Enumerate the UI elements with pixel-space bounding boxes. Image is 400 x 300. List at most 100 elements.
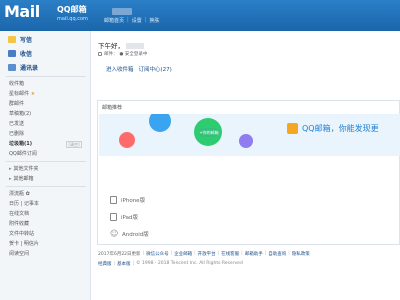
client-android[interactable]: ☺ Android版 — [110, 228, 149, 239]
quick-links: 进入收件箱 订阅中心(27) — [106, 65, 172, 73]
separator: | — [288, 251, 290, 256]
app-calendar-notes[interactable]: 日历 | 记事本 — [9, 200, 39, 208]
empty-spam-button[interactable]: [清空] — [66, 141, 82, 148]
copyright-text: © 1998 - 2018 Tencent Inc. All Rights Re… — [136, 261, 243, 266]
folder-inbox[interactable]: 收件箱 — [9, 80, 24, 88]
skin-link[interactable]: 换肤 — [149, 17, 159, 24]
brand-domain: mail.qq.com — [57, 16, 88, 22]
banner-tag: +你的邮箱 — [199, 128, 219, 137]
greeting-text: 下午好， — [98, 42, 124, 50]
footer-support-link[interactable]: 在线客服 — [221, 251, 239, 257]
decor-bubble — [149, 114, 171, 132]
footer-wechat-link[interactable]: 微信公众号 — [146, 251, 169, 257]
group-other-folders[interactable]: ▸ 其他文件夹 — [9, 165, 39, 173]
footer-exmail-link[interactable]: 企业邮箱 — [174, 251, 192, 257]
folder-group[interactable]: 群邮件 — [9, 100, 24, 108]
user-name-blurred — [112, 8, 132, 15]
lock-icon — [98, 52, 102, 56]
compose-button[interactable]: 写信 — [8, 34, 32, 44]
expand-triangle-icon: ▸ — [9, 166, 12, 172]
footer-copyright: 经典版 | 基本版 | © 1998 - 2018 Tencent Inc. A… — [98, 261, 243, 267]
app-file-transfer[interactable]: 文件中转站 — [9, 230, 34, 238]
android-icon: ☺ — [110, 228, 119, 238]
footer-links: 2017年6月22日更新 | 微信公众号 | 企业邮箱 | 开放平台 | 在线客… — [98, 251, 310, 257]
top-links: 邮箱首页 | 设置 | 换肤 — [104, 17, 159, 24]
folder-drafts[interactable]: 草稿箱(2) — [9, 110, 31, 118]
footer-assistant-link[interactable]: 邮箱助手 — [245, 251, 263, 257]
pencil-icon — [8, 35, 16, 43]
folder-spam[interactable]: 垃圾箱(1) — [9, 140, 32, 148]
separator: | — [264, 251, 267, 256]
divider — [6, 161, 86, 162]
separator: | — [217, 251, 220, 256]
client-android-label: Android版 — [122, 231, 149, 238]
separator: | — [170, 251, 173, 256]
group-other-mailboxes-label: 其他邮箱 — [13, 176, 34, 182]
security-value[interactable]: ● 安全登录中 — [120, 51, 148, 57]
folder-starred-label: 星标邮件 — [9, 91, 30, 97]
basic-version-link[interactable]: 基本版 — [117, 261, 131, 267]
contacts-icon — [8, 63, 16, 71]
apple-icon — [110, 195, 117, 204]
app-cards-postcards[interactable]: 贺卡 | 明信片 — [9, 240, 39, 248]
subscription-center-link[interactable]: 订阅中心(27) — [139, 65, 172, 73]
divider — [6, 186, 86, 187]
qqmail-app-icon — [287, 123, 298, 134]
contacts-button[interactable]: 通讯录 — [8, 62, 38, 72]
qq-mail-logo[interactable]: Mail — [4, 2, 56, 29]
app-attachments[interactable]: 附件收藏 — [9, 220, 29, 228]
client-iphone-label: iPhone版 — [121, 197, 146, 204]
banner-slogan-text: QQ邮箱，你能发现更 — [302, 124, 379, 133]
recommend-panel: 邮箱推荐 +你的邮箱 QQ邮箱，你能发现更 iPhone版 iPad版 ☺ An… — [97, 100, 400, 245]
compose-label: 写信 — [20, 36, 33, 44]
security-label: 邮件： — [104, 52, 118, 57]
group-other-mailboxes[interactable]: ▸ 其他邮箱 — [9, 175, 34, 183]
envelope-icon — [8, 49, 16, 57]
app-online-docs[interactable]: 在线文档 — [9, 210, 29, 218]
security-status: 邮件： ● 安全登录中 — [98, 51, 147, 57]
separator: | — [144, 17, 147, 23]
client-ipad[interactable]: iPad版 — [110, 211, 138, 222]
divider — [6, 76, 86, 77]
group-other-folders-label: 其他文件夹 — [13, 166, 39, 172]
expand-triangle-icon: ▸ — [9, 176, 12, 182]
client-iphone[interactable]: iPhone版 — [110, 194, 145, 205]
logo-wordmark: Mail — [4, 2, 40, 21]
user-nickname-blurred — [126, 43, 144, 49]
separator: | — [142, 251, 145, 256]
contacts-label: 通讯录 — [20, 64, 39, 72]
app-reading-space[interactable]: 阅读空间 — [9, 250, 29, 258]
classic-version-link[interactable]: 经典版 — [98, 261, 112, 267]
folder-starred[interactable]: 星标邮件 ★ — [9, 90, 35, 98]
separator: | — [132, 261, 135, 266]
footer-open-platform-link[interactable]: 开放平台 — [198, 251, 216, 257]
sidebar: 写信 收信 通讯录 收件箱 星标邮件 ★ 群邮件 草稿箱(2) 已发送 已删除 … — [0, 31, 91, 300]
recommend-title: 邮箱推荐 — [102, 105, 123, 111]
settings-link[interactable]: 设置 — [132, 17, 142, 24]
footer-update-date: 2017年6月22日更新 — [98, 252, 141, 257]
app-drift-bottle[interactable]: 漂流瓶 ✿ — [9, 190, 30, 198]
promo-banner[interactable]: +你的邮箱 QQ邮箱，你能发现更 — [99, 114, 400, 156]
greeting: 下午好， — [98, 40, 144, 50]
main-content: 下午好， 邮件： ● 安全登录中 进入收件箱 订阅中心(27) 邮箱推荐 +你的… — [92, 31, 400, 300]
footer-self-service-link[interactable]: 自助查询 — [268, 251, 286, 257]
goto-inbox-link[interactable]: 进入收件箱 — [106, 65, 134, 73]
separator: | — [241, 251, 243, 256]
tablet-icon — [110, 212, 117, 221]
separator: | — [113, 261, 116, 266]
top-header: Mail QQ邮箱 mail.qq.com 邮箱首页 | 设置 | 换肤 — [0, 0, 400, 31]
separator: | — [127, 17, 129, 23]
home-link[interactable]: 邮箱首页 — [104, 17, 124, 24]
brand-name: QQ邮箱 — [57, 5, 87, 14]
decor-bubble — [119, 132, 135, 148]
receive-button[interactable]: 收信 — [8, 48, 32, 58]
folder-sent[interactable]: 已发送 — [9, 120, 24, 128]
folder-deleted[interactable]: 已删除 — [9, 130, 24, 138]
decor-bubble — [239, 134, 253, 148]
footer-privacy-link[interactable]: 隐私政策 — [292, 251, 310, 257]
banner-slogan: QQ邮箱，你能发现更 — [287, 123, 379, 134]
folder-subscriptions[interactable]: QQ邮件订阅 — [9, 150, 37, 158]
separator: | — [194, 251, 196, 256]
star-icon: ★ — [30, 91, 36, 97]
receive-label: 收信 — [20, 50, 33, 58]
